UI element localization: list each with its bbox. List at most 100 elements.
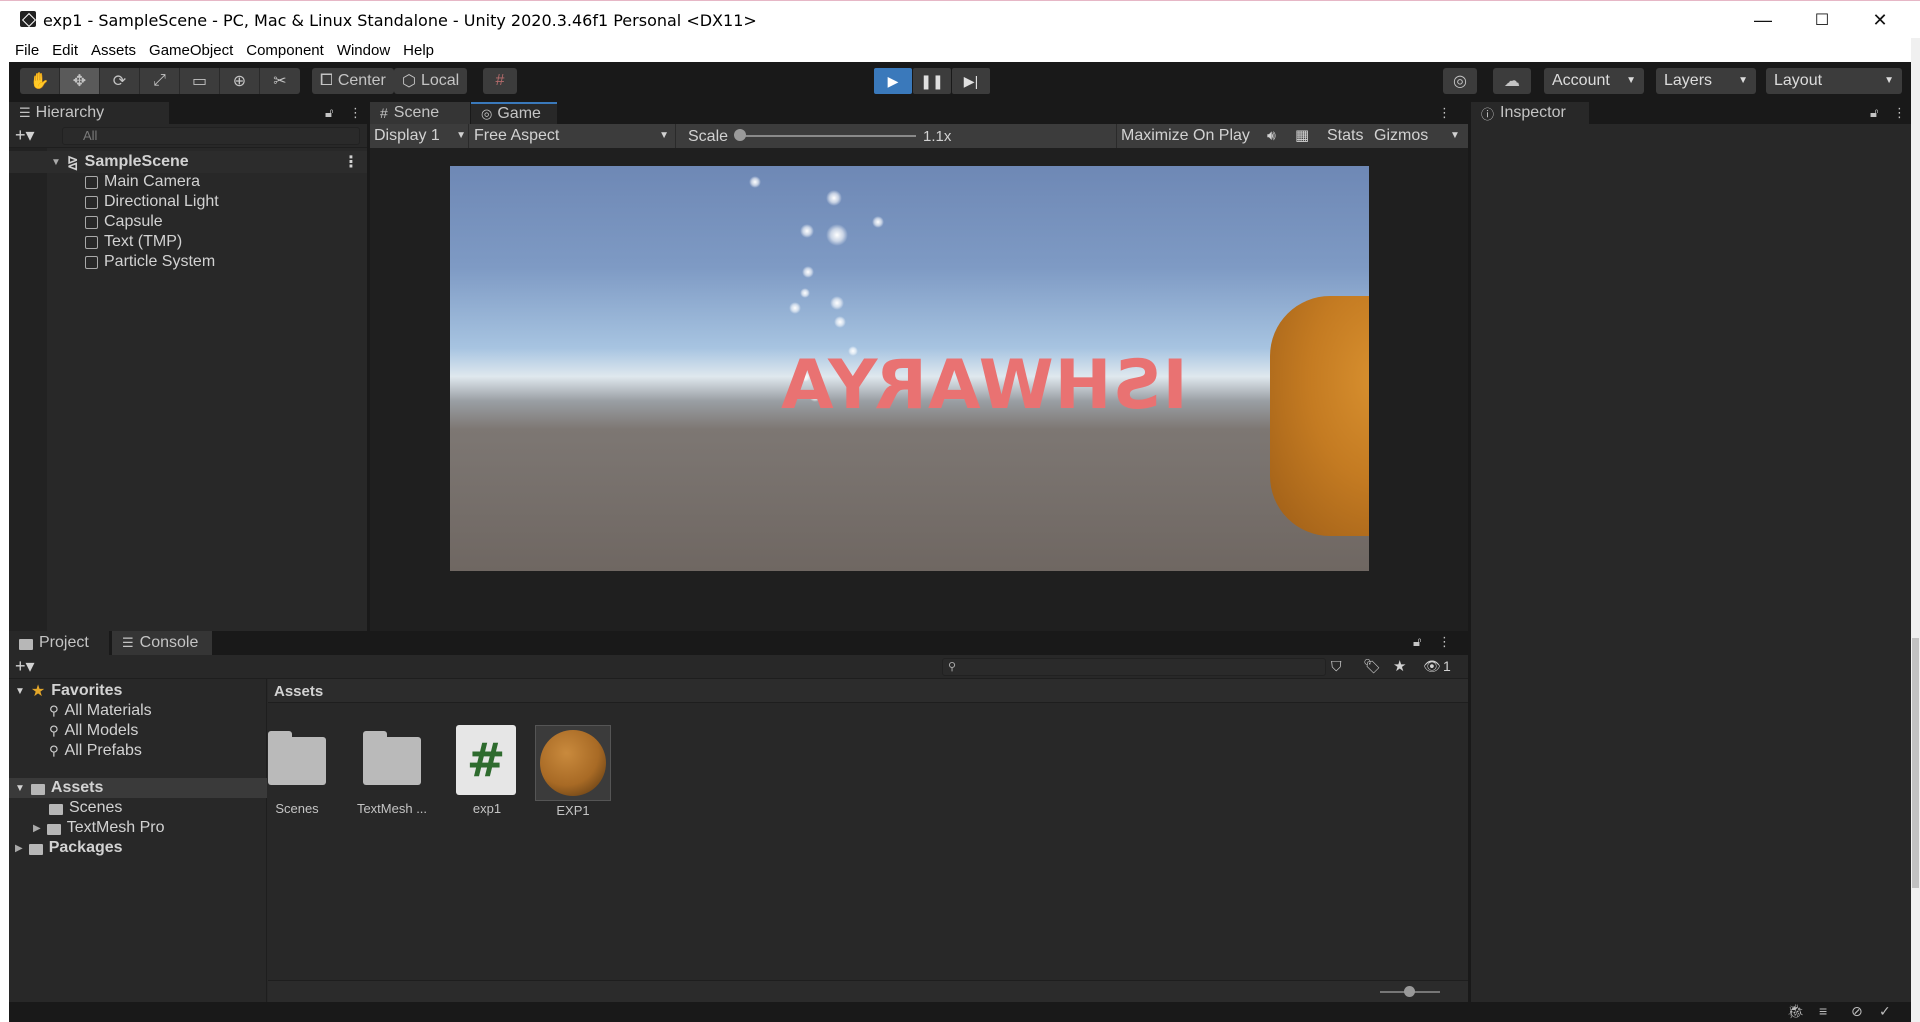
menu-help[interactable]: Help [403, 42, 434, 59]
folder-tree: ▼ ★ Favorites ⚲ All Materials ⚲ All Models ⚲… [9, 679, 267, 1002]
tab-hierarchy[interactable]: ☰ Hierarchy [9, 102, 169, 124]
tab-console[interactable]: ☰ Console [112, 631, 212, 655]
add-icon[interactable]: +▾ [15, 125, 35, 146]
scene-row[interactable]: ▼ ⧎ SampleScene ⋮ [51, 152, 367, 172]
hierarchy-item[interactable]: Directional Light [85, 192, 219, 212]
pause-button[interactable]: ❚❚ [913, 68, 951, 94]
collab-icon[interactable]: ◎ [1443, 68, 1477, 94]
hierarchy-item[interactable]: Text (TMP) [85, 232, 182, 252]
tab-scene[interactable]: # Scene [370, 102, 470, 124]
move-tool-icon[interactable]: ✥ [60, 68, 100, 94]
icon-size-slider-handle[interactable] [1404, 986, 1415, 997]
asset-item[interactable]: # exp1 [443, 725, 531, 816]
asset-item[interactable]: EXP1 [529, 725, 617, 818]
scale-tool-icon[interactable]: ⤢ [140, 68, 180, 94]
breadcrumb-assets[interactable]: Assets [274, 683, 323, 700]
chevron-down-icon[interactable]: ▼ [51, 157, 61, 168]
kebab-menu-icon[interactable]: ⋮ [343, 152, 359, 172]
space-label: Local [420, 72, 460, 89]
scale-slider-handle[interactable] [734, 129, 746, 141]
pivot-space-toggle[interactable]: ⬡ Local [394, 68, 468, 94]
hierarchy-item[interactable]: Main Camera [85, 172, 200, 192]
layout-dropdown[interactable]: Layout ▼ [1766, 68, 1902, 94]
chevron-down-icon[interactable]: ▼ [15, 783, 25, 794]
unity-scene-icon: ⧎ [66, 153, 79, 170]
menu-bar: File Edit Assets GameObject Component Wi… [9, 38, 1911, 62]
stats-toggle[interactable]: Stats [1327, 127, 1363, 145]
scrollbar-thumb[interactable] [1912, 638, 1919, 888]
display-dropdown[interactable]: Display 1 ▼ [374, 127, 466, 145]
minimize-button[interactable]: — [1734, 1, 1792, 39]
kebab-menu-icon[interactable]: ⋮ [1438, 634, 1451, 650]
filter-type-icon[interactable]: ⛉ [1331, 658, 1342, 675]
lock-icon[interactable]: 🔓︎ [325, 105, 333, 121]
hierarchy-search-input[interactable]: All [62, 127, 360, 145]
pivot-center-toggle[interactable]: ⧠ Center [312, 68, 394, 94]
game-viewport[interactable]: ISHWARYA [450, 166, 1369, 571]
kebab-menu-icon[interactable]: ⋮ [1893, 105, 1906, 121]
assets-folder-row[interactable]: ▼ Assets [15, 778, 103, 798]
hierarchy-item[interactable]: Capsule [85, 212, 163, 232]
favorite-item[interactable]: ⚲ All Models [49, 721, 138, 741]
snap-grid-icon[interactable]: # [483, 68, 517, 94]
kebab-menu-icon[interactable]: ⋮ [349, 105, 362, 121]
favorites-row[interactable]: ▼ ★ Favorites [15, 681, 122, 701]
cloud-icon[interactable]: ☁ [1493, 68, 1531, 94]
favorite-star-icon[interactable]: ★ [1393, 657, 1406, 675]
network-icon[interactable]: ⊘ [1851, 1003, 1869, 1021]
menu-edit[interactable]: Edit [52, 42, 78, 59]
account-dropdown[interactable]: Account ▼ [1544, 68, 1644, 94]
grid-icon[interactable]: ▦ [1295, 126, 1309, 144]
folder-item[interactable]: ▶ TextMesh Pro [33, 818, 165, 838]
transform-tool-icon[interactable]: ⊕ [220, 68, 260, 94]
kebab-menu-icon[interactable]: ⋮ [1438, 105, 1451, 121]
project-search-input[interactable]: ⚲ [942, 658, 1326, 676]
window-scrollbar[interactable] [1911, 38, 1920, 1022]
play-button[interactable]: ▶ [874, 68, 912, 94]
display-label: Display 1 [374, 127, 440, 144]
lock-icon[interactable]: 🔓︎ [1413, 634, 1421, 650]
close-button[interactable]: ✕ [1851, 1, 1909, 39]
layers-dropdown[interactable]: Layers ▼ [1656, 68, 1756, 94]
hierarchy-item[interactable]: Particle System [85, 252, 215, 272]
step-button[interactable]: ▶| [952, 68, 990, 94]
add-icon[interactable]: +▾ [15, 656, 35, 677]
hand-tool-icon[interactable]: ✋ [20, 68, 60, 94]
menu-assets[interactable]: Assets [91, 42, 136, 59]
asset-item[interactable]: TextMesh ... [348, 725, 436, 816]
maximize-on-play-toggle[interactable]: Maximize On Play [1121, 127, 1250, 145]
packages-row[interactable]: ▶ Packages [15, 838, 123, 858]
maximize-button[interactable]: ☐ [1793, 1, 1851, 39]
audio-mute-icon[interactable]: 🔊︎ [1267, 127, 1276, 144]
pivot-icon: ⧠ [320, 72, 333, 89]
bug-icon[interactable]: 🐞︎ [1787, 1003, 1805, 1021]
aspect-dropdown[interactable]: Free Aspect ▼ [474, 127, 669, 145]
favorite-item[interactable]: ⚲ All Materials [49, 701, 152, 721]
tab-game[interactable]: ◎ Game [471, 102, 557, 124]
folder-item[interactable]: Scenes [49, 798, 122, 818]
asset-item[interactable]: Scenes [253, 725, 341, 816]
chevron-down-icon[interactable]: ▼ [1450, 130, 1460, 141]
rect-tool-icon[interactable]: ▭ [180, 68, 220, 94]
inspector-tabstrip: ⓘ Inspector 🔓︎ ⋮ [1471, 102, 1911, 124]
item-label: Directional Light [104, 193, 219, 210]
cache-icon[interactable]: ≡ [1819, 1003, 1837, 1021]
hidden-packages-icon[interactable]: 👁︎ [1423, 658, 1441, 675]
chevron-right-icon[interactable]: ▶ [33, 823, 41, 834]
chevron-down-icon[interactable]: ▼ [15, 686, 25, 697]
chevron-right-icon[interactable]: ▶ [15, 843, 23, 854]
gizmos-toggle[interactable]: Gizmos [1374, 127, 1428, 145]
filter-label-icon[interactable]: 🏷︎ [1363, 658, 1381, 675]
check-circle-icon[interactable]: ✓ [1879, 1003, 1897, 1021]
favorite-item[interactable]: ⚲ All Prefabs [49, 741, 142, 761]
lock-icon[interactable]: 🔓︎ [1870, 105, 1878, 121]
rotate-tool-icon[interactable]: ⟳ [100, 68, 140, 94]
tab-project[interactable]: Project [9, 631, 109, 655]
menu-component[interactable]: Component [246, 42, 324, 59]
scale-slider[interactable] [736, 135, 916, 137]
menu-window[interactable]: Window [337, 42, 390, 59]
custom-tool-icon[interactable]: ✂ [260, 68, 300, 94]
menu-file[interactable]: File [15, 42, 39, 59]
tab-inspector[interactable]: ⓘ Inspector [1471, 102, 1589, 124]
menu-gameobject[interactable]: GameObject [149, 42, 233, 59]
